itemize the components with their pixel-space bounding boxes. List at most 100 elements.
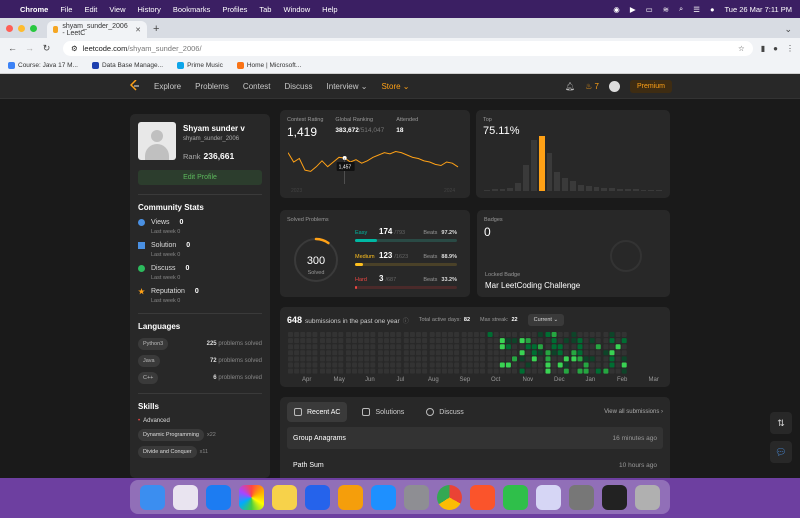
- heatmap-cell[interactable]: [384, 344, 389, 350]
- heatmap-cell[interactable]: [332, 344, 338, 350]
- close-tab-icon[interactable]: ✕: [135, 26, 141, 34]
- heatmap-cell[interactable]: [422, 332, 428, 337]
- heatmap-cell[interactable]: [577, 350, 583, 356]
- heatmap-cell[interactable]: [396, 332, 402, 337]
- heatmap-cell[interactable]: [300, 350, 306, 356]
- heatmap-cell[interactable]: [531, 368, 537, 374]
- view-all-submissions-link[interactable]: View all submissions ›: [604, 409, 663, 415]
- heatmap-cell[interactable]: [519, 344, 525, 350]
- heatmap-cell[interactable]: [306, 368, 312, 374]
- heatmap-cell[interactable]: [493, 350, 499, 356]
- close-window-button[interactable]: [6, 24, 13, 32]
- heatmap-cell[interactable]: [480, 368, 485, 374]
- heatmap-cell[interactable]: [595, 356, 601, 362]
- heatmap-cell[interactable]: [332, 332, 338, 337]
- heatmap-cell[interactable]: [519, 356, 525, 362]
- heatmap-cell[interactable]: [352, 362, 357, 368]
- heatmap-cell[interactable]: [512, 356, 517, 362]
- heatmap-cell[interactable]: [338, 368, 344, 374]
- heatmap-cell[interactable]: [320, 344, 325, 350]
- heatmap-cell[interactable]: [364, 332, 370, 337]
- chrome-icon[interactable]: [437, 484, 462, 510]
- heatmap-cell[interactable]: [332, 350, 338, 356]
- heatmap-cell[interactable]: [493, 356, 499, 362]
- heatmap-cell[interactable]: [338, 332, 344, 337]
- heatmap-cell[interactable]: [326, 332, 332, 337]
- heatmap-cell[interactable]: [493, 338, 499, 344]
- activity-monitor-icon[interactable]: [602, 484, 627, 510]
- heatmap-cell[interactable]: [589, 350, 595, 356]
- heatmap-cell[interactable]: [571, 362, 577, 368]
- heatmap-cell[interactable]: [429, 332, 435, 337]
- heatmap-cell[interactable]: [364, 350, 370, 356]
- nav-explore[interactable]: Explore: [154, 82, 181, 91]
- heatmap-cell[interactable]: [467, 350, 473, 356]
- photos-icon[interactable]: [239, 484, 264, 510]
- heatmap-cell[interactable]: [364, 356, 370, 362]
- heatmap-cell[interactable]: [448, 356, 453, 362]
- heatmap-cell[interactable]: [519, 362, 525, 368]
- heatmap-cell[interactable]: [487, 332, 493, 337]
- heatmap-cell[interactable]: [577, 332, 583, 337]
- heatmap-cell[interactable]: [589, 332, 595, 337]
- heatmap-cell[interactable]: [403, 338, 409, 344]
- preview-icon[interactable]: [536, 484, 561, 510]
- heatmap-cell[interactable]: [473, 356, 479, 362]
- heatmap-cell[interactable]: [603, 338, 609, 344]
- heatmap-cell[interactable]: [499, 332, 505, 337]
- heatmap-cell[interactable]: [377, 356, 383, 362]
- heatmap-cell[interactable]: [480, 338, 485, 344]
- heatmap-cell[interactable]: [563, 338, 569, 344]
- heatmap-cell[interactable]: [326, 356, 332, 362]
- heatmap-cell[interactable]: [519, 332, 525, 337]
- heatmap-cell[interactable]: [352, 344, 357, 350]
- heatmap-cell[interactable]: [370, 368, 376, 374]
- heatmap-cell[interactable]: [332, 368, 338, 374]
- language-tag[interactable]: Python3: [138, 338, 169, 350]
- heatmap-cell[interactable]: [370, 350, 376, 356]
- heatmap-cell[interactable]: [320, 356, 325, 362]
- heatmap-cell[interactable]: [294, 362, 300, 368]
- heatmap-cell[interactable]: [480, 356, 485, 362]
- heatmap-cell[interactable]: [603, 344, 609, 350]
- heatmap-cell[interactable]: [545, 350, 551, 356]
- heatmap-cell[interactable]: [537, 356, 543, 362]
- heatmap-cell[interactable]: [615, 368, 621, 374]
- heatmap-cell[interactable]: [370, 356, 376, 362]
- heatmap-cell[interactable]: [345, 368, 351, 374]
- heatmap-cell[interactable]: [390, 368, 396, 374]
- heatmap-cell[interactable]: [345, 356, 351, 362]
- heatmap-cell[interactable]: [609, 350, 615, 356]
- heatmap-cell[interactable]: [461, 338, 467, 344]
- profile-avatar-icon[interactable]: ●: [773, 44, 778, 53]
- heatmap-cell[interactable]: [364, 344, 370, 350]
- heatmap-cell[interactable]: [563, 350, 569, 356]
- heatmap-cell[interactable]: [312, 332, 318, 337]
- heatmap-cell[interactable]: [390, 344, 396, 350]
- heatmap-cell[interactable]: [294, 344, 300, 350]
- heatmap-cell[interactable]: [454, 350, 460, 356]
- heatmap-cell[interactable]: [300, 338, 306, 344]
- heatmap-cell[interactable]: [422, 338, 428, 344]
- heatmap-cell[interactable]: [441, 362, 447, 368]
- heatmap-cell[interactable]: [390, 338, 396, 344]
- locked-badge-icon[interactable]: [610, 240, 642, 272]
- heatmap-cell[interactable]: [377, 368, 383, 374]
- heatmap-cell[interactable]: [320, 350, 325, 356]
- menu-bookmarks[interactable]: Bookmarks: [173, 5, 211, 14]
- heatmap-cell[interactable]: [422, 356, 428, 362]
- heatmap-cell[interactable]: [621, 344, 627, 350]
- heatmap-cell[interactable]: [409, 344, 415, 350]
- info-icon[interactable]: ⓘ: [403, 316, 409, 325]
- heatmap-cell[interactable]: [320, 338, 325, 344]
- heatmap-cell[interactable]: [615, 338, 621, 344]
- heatmap-cell[interactable]: [435, 344, 441, 350]
- streak-counter[interactable]: ♨ 7: [585, 82, 599, 91]
- heatmap-cell[interactable]: [409, 332, 415, 337]
- heatmap-cell[interactable]: [461, 362, 467, 368]
- heatmap-cell[interactable]: [294, 368, 300, 374]
- heatmap-cell[interactable]: [338, 338, 344, 344]
- heatmap-cell[interactable]: [473, 338, 479, 344]
- heatmap-cell[interactable]: [396, 362, 402, 368]
- heatmap-cell[interactable]: [467, 344, 473, 350]
